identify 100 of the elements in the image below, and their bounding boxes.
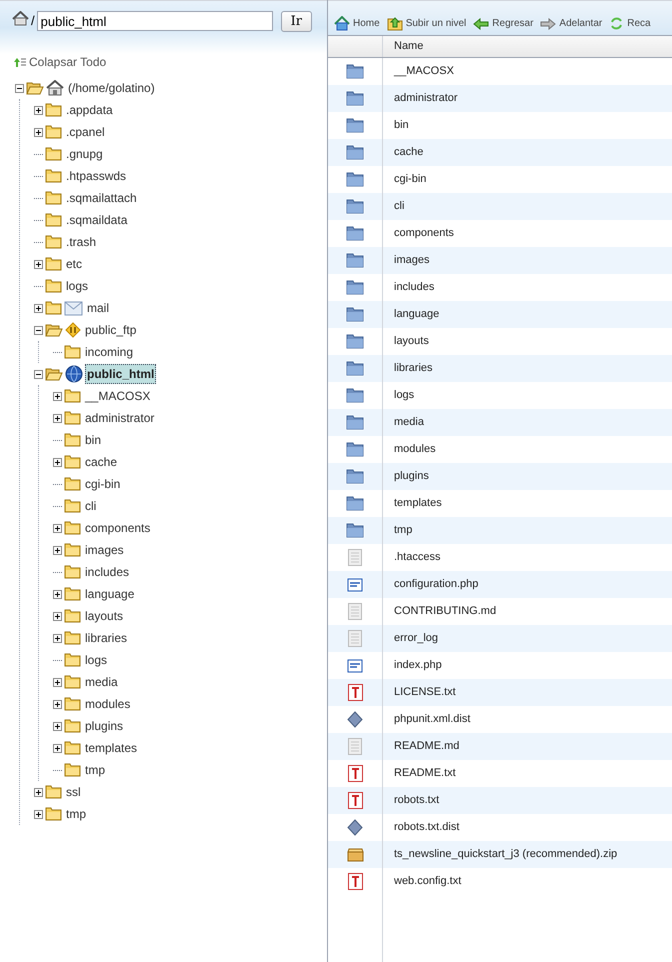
tree-item[interactable]: media <box>83 672 120 692</box>
folder-icon <box>45 125 62 139</box>
toolbar-button[interactable]: Regresar <box>473 16 534 31</box>
diamond-file-icon <box>347 711 363 728</box>
folder-icon <box>45 191 62 205</box>
file-name-cell[interactable]: .htaccess <box>383 544 672 571</box>
tree-item[interactable]: .htpasswds <box>64 166 128 186</box>
tree-item[interactable]: .trash <box>64 232 98 252</box>
code-file-icon <box>347 658 363 674</box>
tree-item[interactable]: __MACOSX <box>83 386 152 406</box>
tree-item[interactable]: layouts <box>83 606 126 626</box>
file-name-cell[interactable]: includes <box>383 274 672 301</box>
file-name-cell[interactable]: components <box>383 220 672 247</box>
folder-icon <box>346 334 364 349</box>
expand-toggle-icon[interactable] <box>53 590 62 598</box>
expand-toggle-icon[interactable] <box>53 700 62 708</box>
file-name-cell[interactable]: index.php <box>383 652 672 679</box>
collapse-toggle-icon[interactable] <box>15 84 24 92</box>
folder-icon <box>346 172 364 187</box>
tree-item[interactable]: images <box>83 540 126 560</box>
tree-item[interactable]: public_ftp <box>83 320 138 340</box>
file-name-cell[interactable]: robots.txt.dist <box>383 814 672 841</box>
file-name-cell[interactable]: bin <box>383 112 672 139</box>
folder-icon <box>45 235 62 249</box>
tree-item[interactable]: templates <box>83 738 140 758</box>
file-name-cell[interactable]: logs <box>383 382 672 409</box>
folder-icon <box>64 499 81 513</box>
expand-toggle-icon[interactable] <box>53 634 62 642</box>
tree-item[interactable]: cli <box>83 496 98 516</box>
expand-toggle-icon[interactable] <box>53 392 62 400</box>
collapse-toggle-icon[interactable] <box>34 370 43 378</box>
tree-item[interactable]: bin <box>83 430 104 450</box>
tree-item[interactable]: includes <box>83 562 132 582</box>
tree-item[interactable]: ssl <box>64 782 83 802</box>
tree-item[interactable]: .appdata <box>64 100 115 120</box>
file-name-cell[interactable]: __MACOSX <box>383 58 672 85</box>
folder-icon <box>45 785 62 799</box>
tree-item[interactable]: administrator <box>83 408 156 428</box>
expand-toggle-icon[interactable] <box>53 458 62 466</box>
file-name-cell[interactable]: cgi-bin <box>383 166 672 193</box>
envelope-icon <box>64 300 83 316</box>
expand-toggle-icon[interactable] <box>34 128 43 136</box>
toolbar-button[interactable]: Home <box>334 16 380 31</box>
house-icon <box>334 16 350 31</box>
file-name-cell[interactable]: templates <box>383 490 672 517</box>
file-name-cell[interactable]: layouts <box>383 328 672 355</box>
tree-item[interactable]: .sqmaildata <box>64 210 130 230</box>
tree-item[interactable]: logs <box>83 650 110 670</box>
tree-item[interactable]: public_html <box>85 364 156 384</box>
tree-item[interactable]: .sqmailattach <box>64 188 139 208</box>
tree-item[interactable]: tmp <box>64 804 88 824</box>
tree-item[interactable]: plugins <box>83 716 126 736</box>
toolbar-button[interactable]: Reca <box>609 16 651 31</box>
folder-icon <box>346 118 364 133</box>
tree-item[interactable]: language <box>83 584 136 604</box>
file-name-cell[interactable]: modules <box>383 436 672 463</box>
tree-item[interactable]: mail <box>85 298 112 318</box>
expand-toggle-icon[interactable] <box>53 612 62 620</box>
tree-item[interactable]: logs <box>64 276 90 296</box>
expand-toggle-icon[interactable] <box>53 414 62 422</box>
tree-item[interactable]: modules <box>83 694 132 714</box>
open-folder-icon <box>45 367 63 381</box>
tree-item[interactable]: (/home/golatino) <box>66 78 157 98</box>
go-button[interactable]: Ir <box>280 11 312 32</box>
toolbar-button[interactable]: Adelantar <box>540 16 602 31</box>
tree-item[interactable]: cache <box>83 452 120 472</box>
folder-icon <box>64 345 81 359</box>
file-name-cell[interactable]: web.config.txt <box>383 868 672 895</box>
collapse-all-button[interactable]: Colapsar Todo <box>14 54 106 70</box>
toolbar-button[interactable]: Subir un nivel <box>386 16 466 31</box>
tree-item[interactable]: cgi-bin <box>83 474 122 494</box>
expand-toggle-icon[interactable] <box>34 260 43 268</box>
expand-toggle-icon[interactable] <box>34 304 43 312</box>
expand-toggle-icon[interactable] <box>53 678 62 686</box>
expand-toggle-icon[interactable] <box>53 722 62 730</box>
tree-item[interactable]: tmp <box>83 760 108 780</box>
expand-toggle-icon[interactable] <box>53 744 62 752</box>
file-name-cell[interactable]: phpunit.xml.dist <box>383 706 672 733</box>
document-icon <box>348 603 362 620</box>
text-file-icon <box>348 792 362 809</box>
tree-item[interactable]: components <box>83 518 152 538</box>
tree-item[interactable]: etc <box>64 254 84 274</box>
tree-item[interactable]: .gnupg <box>64 144 105 164</box>
expand-toggle-icon[interactable] <box>34 788 43 796</box>
document-icon <box>348 630 362 647</box>
file-name-cell[interactable]: CONTRIBUTING.md <box>383 598 672 625</box>
folder-icon <box>346 199 364 214</box>
collapse-toggle-icon[interactable] <box>34 326 43 334</box>
path-field[interactable]: public_html <box>36 11 273 31</box>
expand-toggle-icon[interactable] <box>34 810 43 818</box>
open-folder-icon <box>26 81 44 95</box>
file-name-cell[interactable]: README.txt <box>383 760 672 787</box>
expand-toggle-icon[interactable] <box>53 524 62 532</box>
expand-toggle-icon[interactable] <box>34 106 43 114</box>
tree-item[interactable]: incoming <box>83 342 136 362</box>
expand-toggle-icon[interactable] <box>53 546 62 554</box>
tree-item[interactable]: libraries <box>83 628 130 648</box>
tree-item[interactable]: .cpanel <box>64 122 107 142</box>
folder-icon <box>64 741 81 755</box>
house-icon <box>46 80 64 96</box>
